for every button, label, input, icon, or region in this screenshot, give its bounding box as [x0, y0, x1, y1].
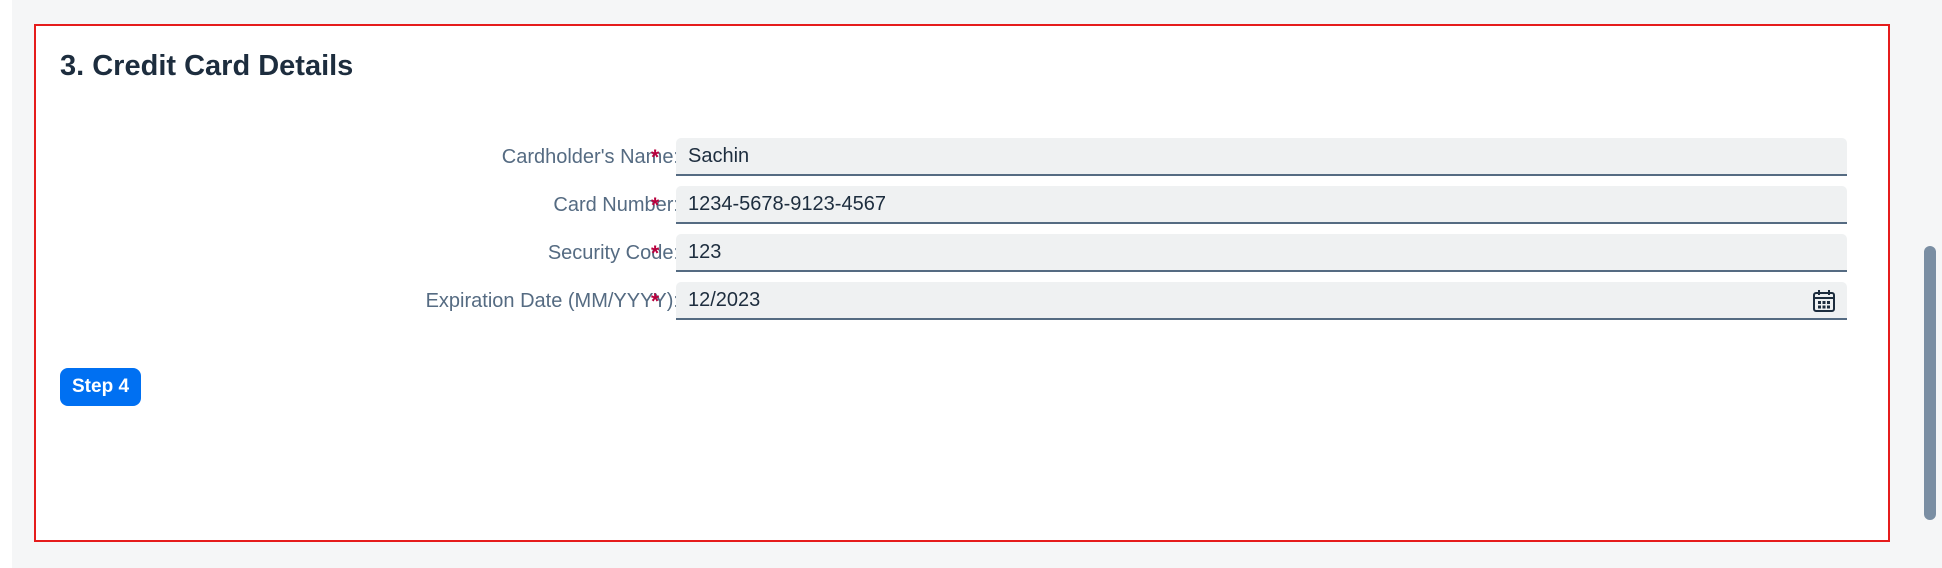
required-marker: *	[651, 194, 660, 217]
cardholder-name-input[interactable]	[676, 138, 1847, 174]
calendar-icon[interactable]	[1811, 288, 1837, 314]
credit-card-details-section: 3. Credit Card Details Cardholder's Name…	[34, 24, 1890, 542]
cardholder-name-field-wrapper	[676, 138, 1847, 176]
page: 3. Credit Card Details Cardholder's Name…	[0, 0, 1942, 568]
section-title: 3. Credit Card Details	[60, 50, 354, 82]
required-marker: *	[651, 146, 660, 169]
security-code-input[interactable]	[676, 234, 1847, 270]
card-number-input[interactable]	[676, 186, 1847, 222]
left-margin	[0, 0, 12, 568]
scrollbar-thumb[interactable]	[1924, 246, 1936, 520]
form-row-expiration-date: Expiration Date (MM/YYYY): *	[36, 282, 1856, 320]
required-marker: *	[651, 242, 660, 265]
card-number-label: Card Number:	[553, 194, 679, 216]
form-row-cardholder-name: Cardholder's Name: *	[36, 138, 1856, 176]
expiration-date-field-wrapper	[676, 282, 1847, 320]
expiration-date-input[interactable]	[676, 282, 1847, 318]
form-row-security-code: Security Code: *	[36, 234, 1856, 272]
form-row-card-number: Card Number: *	[36, 186, 1856, 224]
card-number-field-wrapper	[676, 186, 1847, 224]
expiration-date-label: Expiration Date (MM/YYYY):	[425, 290, 679, 312]
security-code-field-wrapper	[676, 234, 1847, 272]
security-code-label: Security Code:	[547, 242, 679, 264]
step-4-button[interactable]: Step 4	[60, 368, 142, 406]
required-marker: *	[651, 290, 660, 313]
